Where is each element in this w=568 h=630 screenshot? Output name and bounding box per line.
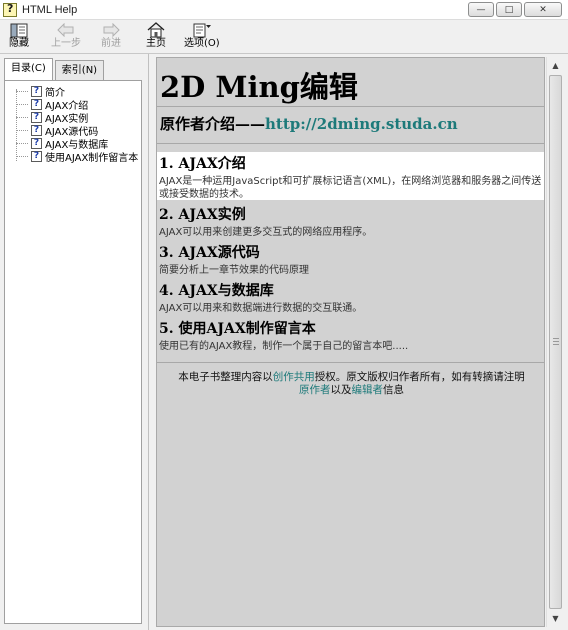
section-heading[interactable]: 1. AJAX介绍 bbox=[159, 153, 542, 173]
nav-tabs: 目录(C) 索引(N) bbox=[4, 58, 106, 80]
original-author-link[interactable]: 原作者 bbox=[299, 384, 331, 396]
section-description: 使用已有的AJAX教程，制作一个属于自己的留言本吧..... bbox=[159, 341, 409, 352]
section-ajax-source: 3. AJAX源代码 简要分析上一章节效果的代码原理 bbox=[159, 242, 309, 277]
divider bbox=[157, 143, 544, 144]
author-link[interactable]: http://2dming.studa.cn bbox=[265, 115, 458, 133]
window-title: HTML Help bbox=[22, 3, 78, 16]
help-topic-icon: ? bbox=[31, 125, 42, 136]
author-separator: —— bbox=[235, 115, 266, 133]
scroll-up-icon[interactable]: ▲ bbox=[547, 57, 564, 74]
help-topic-icon: ? bbox=[31, 86, 42, 97]
back-button[interactable]: 上一步 bbox=[51, 22, 81, 53]
tab-contents[interactable]: 目录(C) bbox=[4, 58, 53, 80]
help-topic-icon: ? bbox=[31, 112, 42, 123]
page-title: 2D Ming编辑 bbox=[160, 70, 358, 104]
back-arrow-icon bbox=[55, 22, 77, 38]
section-ajax-examples: 2. AJAX实例 AJAX可以用来创建更多交互式的网络应用程序。 bbox=[159, 204, 372, 239]
section-guestbook: 5. 使用AJAX制作留言本 使用已有的AJAX教程，制作一个属于自己的留言本吧… bbox=[159, 318, 408, 353]
divider bbox=[157, 106, 544, 107]
close-button[interactable]: ✕ bbox=[524, 2, 562, 17]
minimize-icon: — bbox=[476, 4, 486, 15]
section-heading[interactable]: 4. AJAX与数据库 bbox=[159, 280, 362, 300]
copyright-footer: 本电子书整理内容以创作共用授权。原文版权归作者所有，如有转摘请注明 原作者以及编… bbox=[157, 371, 544, 397]
scrollbar-thumb[interactable] bbox=[549, 75, 562, 609]
home-label: 主页 bbox=[146, 38, 166, 49]
section-heading[interactable]: 2. AJAX实例 bbox=[159, 204, 372, 224]
section-description: AJAX是一种运用JavaScript和可扩展标记语言(XML)，在网络浏览器和… bbox=[159, 176, 542, 200]
section-description: 简要分析上一章节效果的代码原理 bbox=[159, 265, 309, 276]
forward-arrow-icon bbox=[100, 22, 122, 38]
minimize-button[interactable]: — bbox=[468, 2, 494, 17]
forward-label: 前进 bbox=[101, 38, 121, 49]
hide-button[interactable]: 隐藏 bbox=[8, 22, 30, 53]
hide-pane-icon bbox=[8, 22, 30, 38]
tree-item-guestbook[interactable]: ? 使用AJAX制作留言本 bbox=[5, 150, 141, 164]
section-heading[interactable]: 3. AJAX源代码 bbox=[159, 242, 309, 262]
title-bar: HTML Help — □ ✕ bbox=[0, 0, 568, 20]
tree-item-label: 使用AJAX制作留言本 bbox=[45, 153, 139, 164]
help-app-icon bbox=[3, 2, 17, 17]
tab-index[interactable]: 索引(N) bbox=[54, 60, 105, 80]
section-ajax-intro: 1. AJAX介绍 AJAX是一种运用JavaScript和可扩展标记语言(XM… bbox=[157, 152, 544, 200]
restore-icon: □ bbox=[504, 4, 514, 15]
section-ajax-database: 4. AJAX与数据库 AJAX可以用来和数据端进行数据的交互联通。 bbox=[159, 280, 362, 315]
creative-commons-link[interactable]: 创作共用 bbox=[273, 371, 315, 383]
toolbar: 隐藏 上一步 前进 主页 选项(O) bbox=[0, 21, 568, 54]
options-icon bbox=[191, 22, 213, 38]
topic-content: 2D Ming编辑 原作者介绍——http://2dming.studa.cn … bbox=[156, 57, 545, 627]
editor-link[interactable]: 编辑者 bbox=[352, 384, 384, 396]
grip-icon bbox=[553, 338, 559, 345]
author-label: 原作者介绍 bbox=[160, 115, 236, 133]
options-button[interactable]: 选项(O) bbox=[184, 22, 220, 53]
help-topic-icon: ? bbox=[31, 99, 42, 110]
vertical-scrollbar[interactable]: ▲ ▼ bbox=[546, 57, 563, 627]
options-label: 选项(O) bbox=[184, 38, 220, 49]
footer-text: 授权。原文版权归作者所有，如有转摘请注明 bbox=[314, 371, 525, 383]
section-heading[interactable]: 5. 使用AJAX制作留言本 bbox=[159, 318, 408, 338]
content-pane: 2D Ming编辑 原作者介绍——http://2dming.studa.cn … bbox=[150, 54, 568, 630]
window-controls: — □ ✕ bbox=[468, 2, 562, 17]
section-description: AJAX可以用来创建更多交互式的网络应用程序。 bbox=[159, 227, 373, 238]
footer-text: 信息 bbox=[383, 384, 404, 396]
home-icon bbox=[145, 22, 167, 38]
help-topic-icon: ? bbox=[31, 151, 42, 162]
navigation-pane: 目录(C) 索引(N) ? 简介 ? AJAX介绍 ? AJAX实例 ? AJA… bbox=[0, 54, 149, 630]
help-topic-icon: ? bbox=[31, 138, 42, 149]
author-line: 原作者介绍——http://2dming.studa.cn bbox=[160, 113, 458, 134]
home-button[interactable]: 主页 bbox=[145, 22, 167, 53]
restore-button[interactable]: □ bbox=[496, 2, 522, 17]
back-label: 上一步 bbox=[51, 38, 81, 49]
divider bbox=[157, 362, 544, 363]
hide-label: 隐藏 bbox=[9, 38, 29, 49]
contents-tree: ? 简介 ? AJAX介绍 ? AJAX实例 ? AJAX源代码 ? AJAX与… bbox=[4, 80, 142, 624]
scroll-down-icon[interactable]: ▼ bbox=[547, 610, 564, 627]
footer-text: 以及 bbox=[330, 384, 352, 396]
footer-text: 本电子书整理内容以 bbox=[178, 371, 273, 383]
section-description: AJAX可以用来和数据端进行数据的交互联通。 bbox=[159, 303, 363, 314]
forward-button[interactable]: 前进 bbox=[100, 22, 122, 53]
close-icon: ✕ bbox=[539, 4, 547, 15]
